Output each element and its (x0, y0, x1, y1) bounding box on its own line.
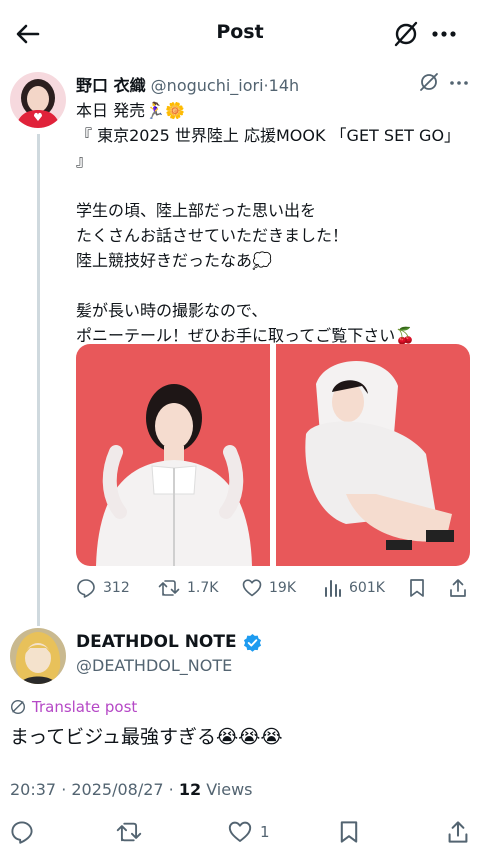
translate-icon (10, 699, 26, 715)
post-meta: 20:37 · 2025/08/27 · 12 Views (10, 780, 253, 799)
verified-badge-icon (243, 633, 261, 652)
main-post-actions: 1 (0, 818, 480, 848)
reply-button[interactable]: 312 (76, 576, 130, 600)
more-options-icon[interactable] (430, 22, 458, 46)
top-bar: Post (0, 0, 480, 66)
views-button[interactable]: 601K (324, 576, 385, 600)
analytics-icon (325, 580, 341, 597)
like-count: 19K (269, 580, 296, 596)
reply-icon (77, 579, 95, 598)
share-button[interactable] (446, 820, 478, 844)
quoted-post-actions: 312 1.7K 19K 601K (76, 576, 472, 600)
avatar[interactable] (10, 72, 66, 128)
repost-icon (158, 580, 180, 596)
avatar[interactable] (10, 628, 66, 684)
author-handle[interactable]: @noguchi_iori (151, 76, 264, 95)
quoted-post-text: 本日 発売🏃‍♀️🌼 『 東京2025 世界陸上 応援MOOK 「GET SET… (76, 101, 461, 345)
share-button[interactable] (448, 576, 475, 600)
repost-icon (116, 822, 142, 842)
grok-icon[interactable] (418, 71, 440, 93)
translate-label[interactable]: Translate post (32, 698, 137, 716)
views-count: 601K (349, 580, 385, 596)
bookmark-button[interactable] (408, 576, 433, 600)
post-timestamp[interactable]: 20:37 · 2025/08/27 · (10, 780, 179, 799)
post-photo-2[interactable] (276, 344, 470, 566)
like-count: 1 (260, 823, 270, 841)
reply-button[interactable] (10, 820, 42, 844)
heart-icon (228, 821, 252, 842)
views-count: 12 (178, 780, 202, 799)
translate-post-link[interactable]: Translate post (10, 698, 137, 716)
share-icon (448, 821, 468, 843)
like-button[interactable]: 1 (228, 820, 270, 844)
more-options-icon[interactable] (448, 74, 470, 92)
quoted-post-header: 野口 衣織 @noguchi_iori·14h (76, 72, 299, 96)
views-label: Views (201, 780, 253, 799)
bookmark-button[interactable] (338, 820, 368, 844)
like-button[interactable]: 19K (242, 576, 296, 600)
bookmark-icon (340, 821, 358, 843)
repost-button[interactable]: 1.7K (158, 576, 218, 600)
author-name-row: DEATHDOL NOTE (76, 632, 262, 652)
thread-line (37, 134, 40, 626)
heart-icon (242, 579, 262, 597)
author-handle[interactable]: @DEATHDOL_NOTE (76, 656, 232, 675)
repost-button[interactable] (116, 820, 150, 844)
reply-icon (11, 821, 33, 844)
post-photo-1[interactable] (76, 344, 270, 566)
post-time[interactable]: 14h (269, 76, 300, 95)
reply-count: 312 (103, 580, 130, 596)
author-name[interactable]: 野口 衣織 (76, 76, 146, 95)
repost-count: 1.7K (187, 580, 219, 596)
share-icon (450, 579, 466, 597)
bookmark-icon (410, 579, 424, 597)
grok-icon[interactable] (392, 20, 420, 48)
author-name[interactable]: DEATHDOL NOTE (76, 632, 237, 652)
main-post-text: まってビジュ最強すぎる😭😭😭 (10, 726, 283, 748)
